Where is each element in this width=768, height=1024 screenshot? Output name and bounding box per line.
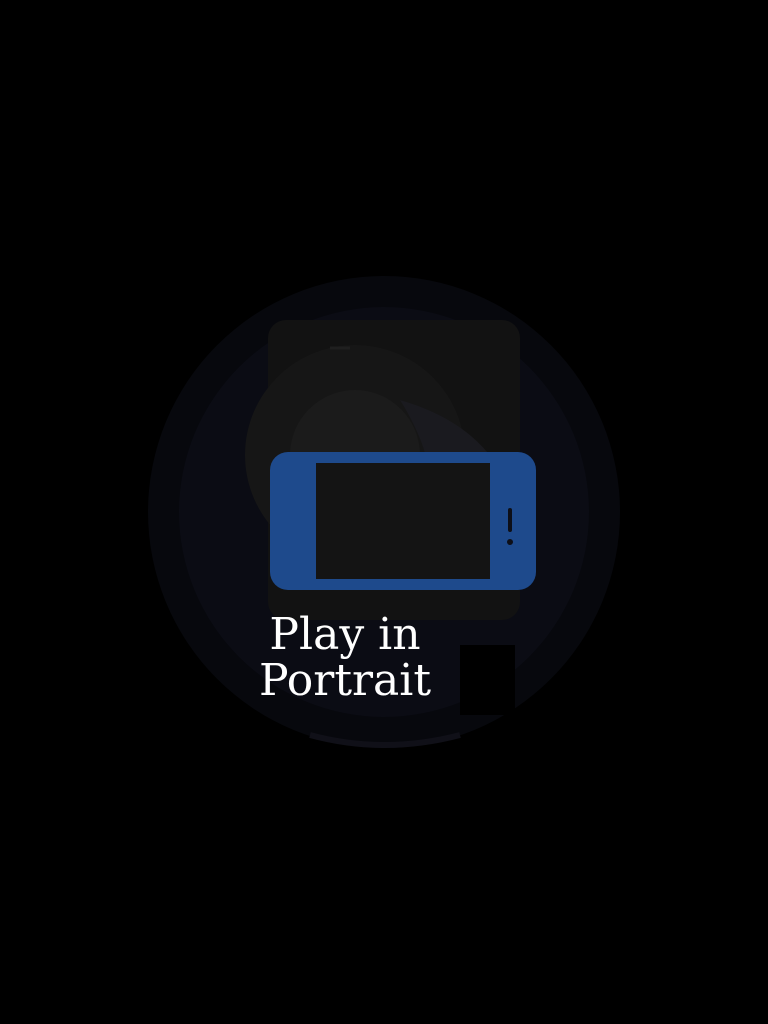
orientation-overlay: Play in Portrait xyxy=(0,0,768,1024)
play-in-portrait-message: Play in Portrait xyxy=(220,612,470,704)
rotate-to-portrait-phone-icon xyxy=(270,452,536,590)
message-line-1: Play in xyxy=(269,609,421,660)
message-line-2: Portrait xyxy=(258,655,432,706)
